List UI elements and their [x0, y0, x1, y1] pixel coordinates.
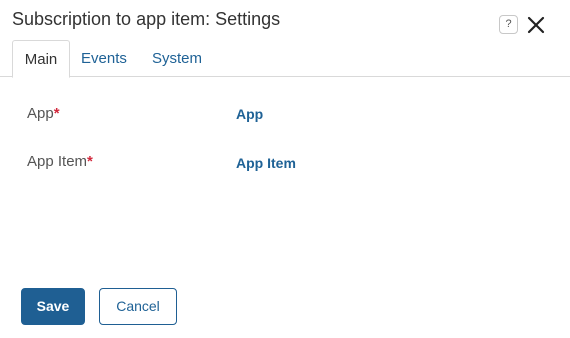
tab-events[interactable]: Events — [81, 40, 127, 77]
field-label-text: App Item — [27, 153, 88, 170]
tab-main[interactable]: Main — [12, 40, 70, 78]
required-mark: * — [87, 153, 93, 170]
tab-system[interactable]: System — [152, 40, 202, 77]
app-value-link[interactable]: App — [236, 106, 263, 122]
help-icon[interactable]: ? — [499, 15, 518, 34]
app-item-value-link[interactable]: App Item — [236, 155, 296, 171]
required-mark: * — [53, 105, 60, 122]
field-label-text: App — [27, 105, 54, 122]
field-label-app-item: App Item* — [27, 153, 93, 170]
cancel-button[interactable]: Cancel — [99, 288, 177, 325]
save-button[interactable]: Save — [21, 288, 85, 325]
field-label-app: App* — [27, 105, 60, 122]
close-icon[interactable] — [525, 14, 547, 36]
tab-bar: Main Events System — [0, 40, 570, 78]
dialog-title: Subscription to app item: Settings — [12, 9, 281, 29]
